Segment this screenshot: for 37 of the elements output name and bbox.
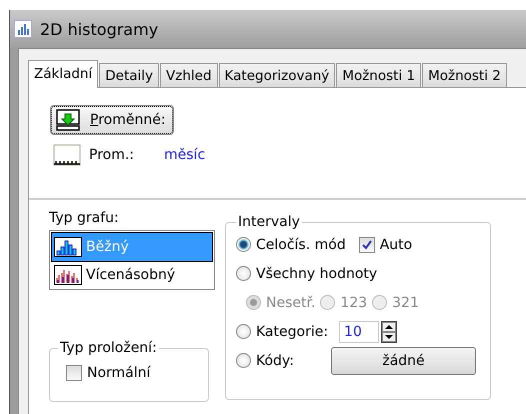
radio-button[interactable] — [236, 353, 251, 368]
radio-button[interactable] — [236, 237, 251, 252]
group-title: Intervaly — [237, 214, 301, 230]
variable-label: Prom.: — [89, 147, 134, 163]
tab[interactable]: Možnosti 2 — [422, 63, 507, 87]
window-title: 2D histogramy — [40, 20, 158, 38]
radio-button[interactable] — [236, 266, 251, 281]
group-title: Typ proložení: — [59, 340, 158, 356]
tab[interactable]: Možnosti 1 — [336, 63, 422, 87]
checkbox-label: Auto — [380, 236, 412, 252]
radio-button[interactable] — [236, 324, 251, 339]
variable-value: měsíc — [164, 147, 206, 163]
list-item[interactable]: Vícenásobný — [52, 261, 212, 289]
radio-label: Kategorie: — [256, 324, 328, 340]
multi-histogram-icon — [54, 265, 82, 285]
radio-label: Nesetř. — [266, 294, 316, 310]
ruler-icon — [53, 144, 81, 166]
tab[interactable]: Vzhled — [160, 63, 218, 87]
bar-chart-icon — [14, 20, 32, 38]
tab[interactable]: Základní — [28, 60, 98, 88]
radio-label: Celočís. mód — [256, 236, 346, 252]
checkbox-label: Normální — [87, 364, 150, 380]
histogram-icon — [54, 237, 82, 257]
import-icon — [56, 109, 82, 131]
radio-label: Kódy: — [256, 352, 295, 368]
spinner-arrows-icon[interactable] — [381, 320, 398, 342]
codes-button[interactable]: žádné — [331, 346, 476, 374]
checkbox[interactable] — [66, 364, 82, 380]
tab[interactable]: Kategorizovaný — [218, 63, 336, 87]
radio-label: 321 — [392, 294, 419, 310]
radio-label: Všechny hodnoty — [256, 266, 378, 282]
graph-type-label: Typ grafu: — [49, 210, 120, 226]
checkbox[interactable] — [358, 236, 375, 252]
tab[interactable]: Detaily — [99, 63, 160, 87]
variables-button[interactable]: Proměnné: — [51, 106, 173, 134]
number-field[interactable]: 10 — [339, 320, 380, 342]
radio-label: 123 — [340, 294, 368, 310]
